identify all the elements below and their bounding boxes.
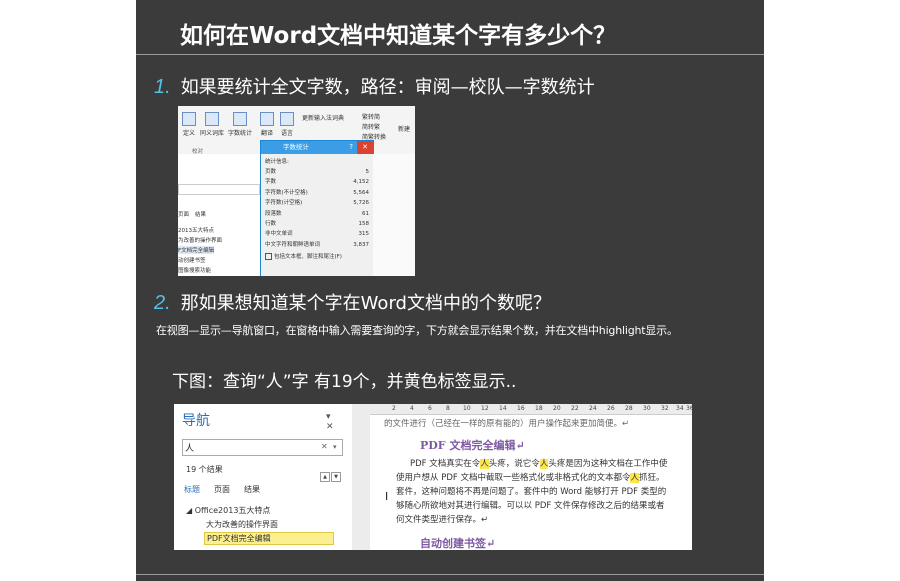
step-2: 2. 那如果想知道某个字在Word文档中的个数呢？ (154, 289, 551, 315)
next-result-icon[interactable]: ▼ (331, 472, 341, 482)
stat-row: 段落数 61 (265, 210, 369, 217)
word-count-screenshot: 定义 同义词库 字数统计 翻译 语言 更新输入法词典 繁转简 简转繁 简繁转换 … (178, 106, 415, 276)
list-item[interactable]: 为改善的操作界面 (178, 236, 222, 244)
word-count-dialog: 字数统计 ? ✕ 统计信息: 页数 5 字数 4,152 字符数(不计空格) 5,56… (260, 140, 374, 276)
navigation-search-screenshot: 导航 ▾ ✕ 人 ✕ ▾ 19 个结果 ▲ ▼ 标题 页面 结果 ◢ Office20… (174, 404, 692, 550)
doc-paragraph-line: 套件，这种问题将不再是问题了。套件中的 Word 能够打开 PDF 类型的 (396, 487, 667, 497)
help-icon[interactable]: ? (349, 141, 353, 154)
step-2-description: 在视图—显示—导航窗口，在窗格中输入需要查询的字，下方就会显示结果个数，并在文档… (156, 324, 678, 337)
doc-paragraph-line: PDF 文档真实在令人头疼，说它令人头疼是因为这种文档在工作中使 (410, 459, 668, 469)
language-icon (280, 112, 294, 126)
heading-item-selected[interactable]: PDF文档完全编辑 (204, 532, 334, 545)
include-textbox-checkbox[interactable]: 包括文本框、脚注和尾注(F) (265, 252, 369, 261)
checkbox-icon (265, 253, 272, 261)
horizontal-ruler: 2 4 6 8 10 12 14 16 18 20 22 24 26 28 30… (370, 404, 692, 415)
result-navigation: ▲ ▼ (319, 463, 341, 482)
result-count: 19 个结果 (186, 465, 223, 474)
doc-paragraph-line: 何文件类型进行保存。↵ (396, 515, 489, 525)
list-item[interactable]: 2013五大特点 (178, 226, 214, 234)
ribbon-new-button[interactable]: 新建 (398, 124, 410, 133)
vertical-ruler (352, 404, 370, 550)
document-area (373, 154, 415, 276)
bottom-divider (136, 574, 764, 575)
search-value: 人 (185, 444, 195, 454)
stats-header: 统计信息: (265, 159, 289, 165)
close-icon[interactable]: ✕ (357, 141, 373, 154)
list-item[interactable]: F文档完全编辑 (178, 246, 215, 254)
nav-pane-controls[interactable]: ▾ ✕ (326, 412, 352, 432)
list-item[interactable]: 动创建书签 (178, 256, 206, 264)
step-2-number: 2. (154, 292, 171, 314)
step-1-number: 1. (154, 76, 171, 98)
slide: 如何在Word文档中知道某个字有多少个？ 1. 如果要统计全文字数，路径：审阅—校… (136, 0, 764, 581)
ribbon-update-ime-button[interactable]: 更新输入法词典 (302, 113, 344, 122)
doc-heading: 自动创建书签↵ (420, 537, 496, 550)
ribbon-translate-button[interactable]: 翻译 (260, 112, 274, 137)
thesaurus-icon (205, 112, 219, 126)
stat-row: 非中文单词 315 (265, 231, 369, 238)
ribbon-word-count-button[interactable]: 字数统计 (228, 112, 252, 137)
ribbon-language-button[interactable]: 语言 (280, 112, 294, 137)
search-highlight: 人 (480, 459, 489, 469)
heading-item[interactable]: 大为改善的操作界面 (206, 519, 278, 530)
stat-row: 行数 158 (265, 220, 369, 227)
navigation-pane: 导航 ▾ ✕ 人 ✕ ▾ 19 个结果 ▲ ▼ 标题 页面 结果 ◢ Office20… (174, 404, 353, 550)
step-1-text: 如果要统计全文字数，路径：审阅—校队—字数统计 (180, 77, 595, 98)
stat-row: 字符数(计空格) 5,726 (265, 200, 369, 207)
tab-pages[interactable]: 页面 (214, 485, 230, 494)
translate-icon (260, 112, 274, 126)
tab-results[interactable]: 结果 (195, 212, 206, 218)
stat-row: 中文字符和朝鲜语单词 3,837 (265, 241, 369, 248)
tab-headings[interactable]: 标题 (184, 485, 200, 494)
previous-result-icon[interactable]: ▲ (320, 472, 330, 482)
doc-heading: PDF 文档完全编辑↵ (420, 439, 525, 452)
text-cursor-icon: I (385, 490, 389, 503)
step-2-text: 那如果想知道某个字在Word文档中的个数呢？ (180, 293, 551, 314)
ribbon-trad-to-simp-button[interactable]: 繁转简 (362, 112, 380, 121)
nav-title: 导航 (182, 413, 210, 429)
dialog-title-bar: 字数统计 ? ✕ (261, 141, 373, 154)
heading-item[interactable]: ◢ Office2013五大特点 (186, 505, 270, 516)
chevron-down-icon[interactable]: ▾ (333, 443, 337, 451)
search-input[interactable]: 人 ✕ ▾ (182, 439, 343, 456)
list-item[interactable]: 图像搜索功能 (178, 266, 211, 274)
ribbon-define-button[interactable]: 定义 (182, 112, 196, 137)
dialog-title: 字数统计 (283, 143, 309, 151)
document-page[interactable]: 的文件进行（己经在一样的原有能的）用户操作起来更加简便。↵ PDF 文档完全编辑… (370, 415, 692, 550)
search-highlight: 人 (630, 473, 639, 483)
nav-tabs: 标题 页面 结果 (184, 484, 274, 495)
figure-caption: 下图：查询“人”字 有19个，并黄色标签显示.. (172, 372, 517, 392)
page-title: 如何在Word文档中知道某个字有多少个？ (180, 23, 617, 49)
nav-tabs: 页面 结果 (178, 210, 212, 218)
stat-row: 页数 5 (265, 169, 369, 175)
doc-line: 的文件进行（己经在一样的原有能的）用户操作起来更加简便。↵ (384, 419, 630, 429)
nav-pane-partial: 页面 结果 2013五大特点 为改善的操作界面 F文档完全编辑 动创建书签 图像搜… (178, 154, 260, 276)
nav-search-box[interactable] (178, 184, 260, 195)
stat-row: 字符数(不计空格) 5,564 (265, 189, 369, 196)
tab-results[interactable]: 结果 (244, 485, 260, 494)
define-icon (182, 112, 196, 126)
doc-paragraph-line: 使用户想从 PDF 文档中截取一些格式化或非格式化的文本都令人抓狂。 (396, 473, 665, 483)
doc-paragraph-line: 够随心所欲地对其进行编辑。可以以 PDF 文件保存修改之后的结果或者 (396, 501, 665, 511)
tab-pages[interactable]: 页面 (178, 212, 189, 218)
title-divider (136, 54, 764, 55)
step-1: 1. 如果要统计全文字数，路径：审阅—校队—字数统计 (154, 73, 595, 99)
clear-icon[interactable]: ✕ (321, 442, 328, 451)
word-count-icon (233, 112, 247, 126)
ribbon-simp-to-trad-button[interactable]: 简转繁 (362, 122, 380, 131)
stat-row: 字数 4,152 (265, 179, 369, 186)
ribbon-thesaurus-button[interactable]: 同义词库 (200, 112, 224, 137)
